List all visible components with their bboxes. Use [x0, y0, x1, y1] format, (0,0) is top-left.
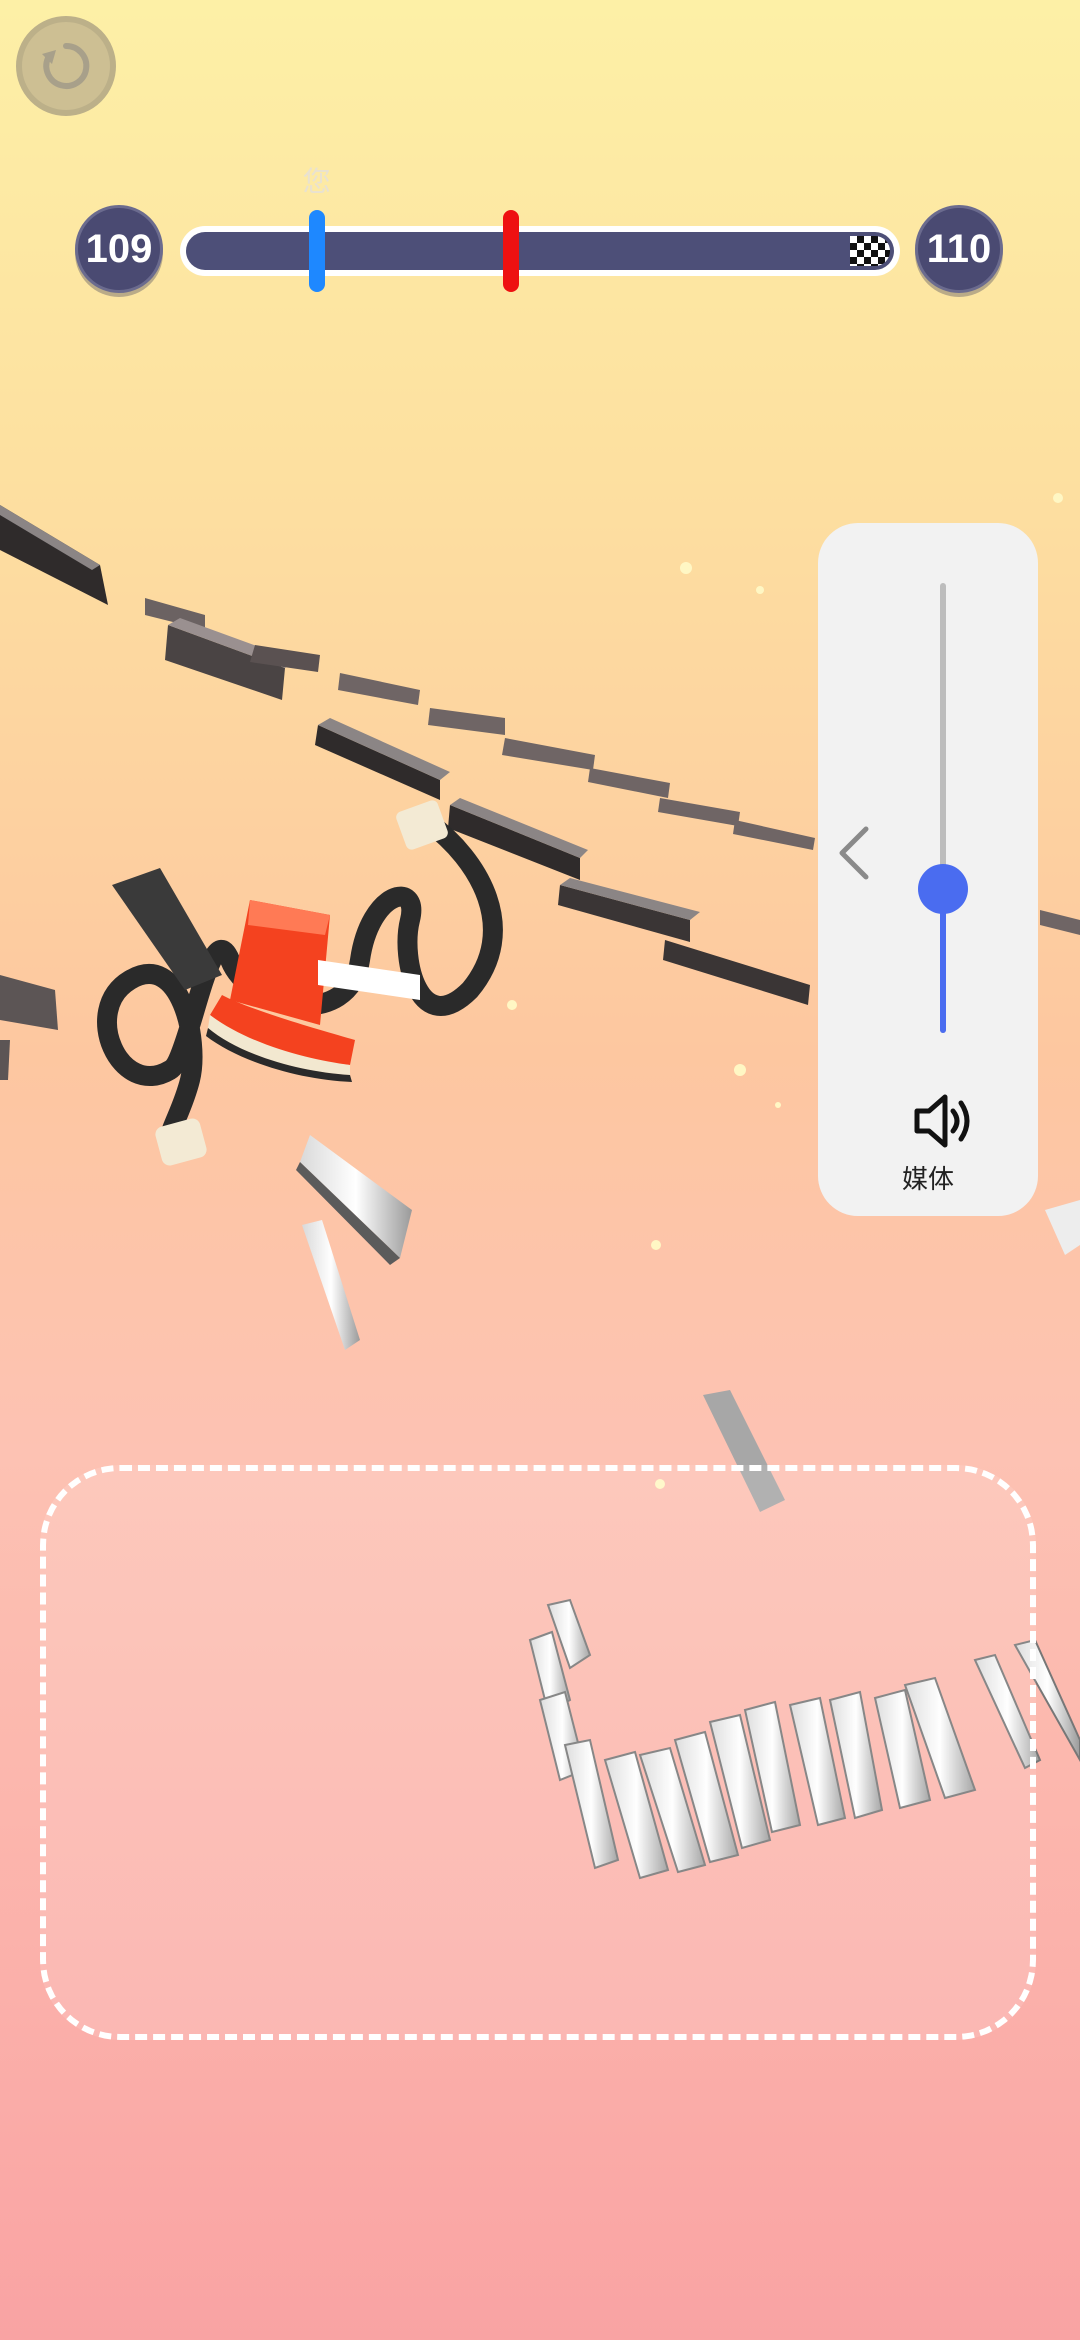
- finish-flag-icon: [850, 236, 890, 266]
- volume-label: 媒体: [901, 1165, 954, 1195]
- progress-track-fill: [186, 232, 894, 270]
- speaker-icon[interactable]: [911, 1093, 975, 1149]
- current-level-badge: 109: [75, 205, 163, 293]
- restart-button[interactable]: [16, 16, 116, 116]
- drawing-area[interactable]: [40, 1465, 1036, 2040]
- restart-icon: [42, 42, 90, 89]
- level-progress-bar: [180, 226, 900, 276]
- volume-slider-knob[interactable]: [918, 864, 968, 914]
- rival-progress-marker: [503, 210, 520, 292]
- chevron-left-icon[interactable]: [834, 823, 874, 883]
- next-level-badge: 110: [915, 205, 1003, 293]
- player-progress-marker: [308, 210, 325, 292]
- player-label: 您: [302, 165, 331, 198]
- media-volume-panel: 媒体: [818, 523, 1038, 1216]
